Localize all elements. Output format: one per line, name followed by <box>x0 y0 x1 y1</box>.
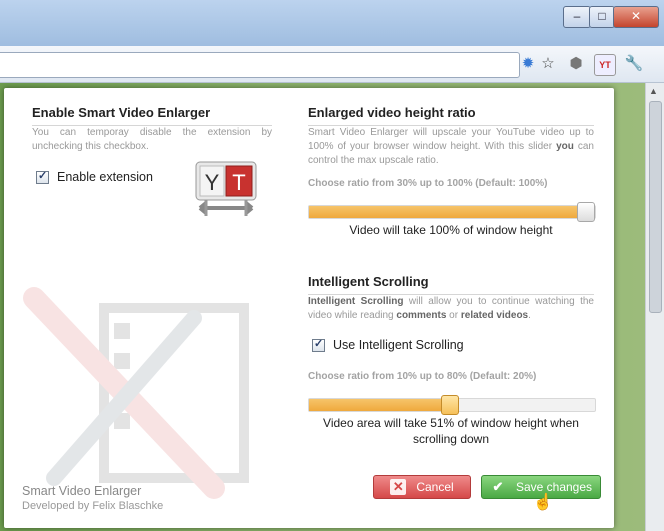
scrolling-caption-line2: scrolling down <box>412 432 490 446</box>
use-scrolling-label: Use Intelligent Scrolling <box>333 338 464 352</box>
enable-description: You can temporay disable the extension b… <box>32 127 272 152</box>
enable-section-heading: Enable Smart Video Enlarger <box>32 105 272 126</box>
yt-extension-icon[interactable]: YT <box>594 54 616 76</box>
height-ratio-title: Enlarged video height ratio <box>308 105 476 120</box>
star-icon[interactable]: ☆ <box>538 54 558 74</box>
enable-extension-checkbox[interactable] <box>36 169 49 184</box>
enable-section-title: Enable Smart Video Enlarger <box>32 105 211 120</box>
minimize-button[interactable]: – <box>563 6 591 28</box>
puzzle-extension-icon[interactable]: ✹ <box>518 54 538 74</box>
enable-extension-row[interactable]: Enable extension <box>36 169 153 184</box>
scrolling-title: Intelligent Scrolling <box>308 274 429 289</box>
height-ratio-slider-handle[interactable] <box>577 202 595 222</box>
scrolling-caption-line1: Video area will take 51% of window heigh… <box>323 416 579 430</box>
footer-developer: Developed by Felix Blaschke <box>22 500 164 512</box>
tools-watermark-icon <box>23 287 249 499</box>
height-ratio-slider-fill <box>309 206 586 218</box>
checkmark-icon: ✔ <box>492 479 504 494</box>
scrolling-ratio-slider-handle[interactable] <box>440 395 459 415</box>
scrolling-ratio-slider-fill <box>309 399 450 411</box>
page-scrollbar[interactable]: ▲ <box>645 83 664 531</box>
scrolling-heading: Intelligent Scrolling <box>308 274 594 295</box>
height-ratio-heading: Enlarged video height ratio <box>308 105 594 126</box>
cube-icon[interactable]: ⬢ <box>566 54 586 74</box>
height-ratio-hint: Choose ratio from 30% up to 100% (Defaul… <box>308 178 548 189</box>
address-bar[interactable] <box>0 52 520 78</box>
youtube-logo-icon: Y T <box>195 161 257 216</box>
window-titlebar: – □ ✕ <box>0 0 664 46</box>
scrolling-hint: Choose ratio from 10% up to 80% (Default… <box>308 371 537 382</box>
height-ratio-caption: Video will take 100% of window height <box>349 223 553 237</box>
footer-app-name: Smart Video Enlarger <box>22 484 142 498</box>
x-icon: ✕ <box>390 479 407 495</box>
scrolling-caption: Video area will take 51% of window heigh… <box>308 415 594 447</box>
save-changes-label: Save changes <box>515 480 593 494</box>
height-ratio-slider[interactable] <box>308 202 596 222</box>
cancel-button[interactable]: ✕ Cancel <box>373 475 471 499</box>
options-popup: Enable Smart Video Enlarger You can temp… <box>4 88 614 528</box>
wrench-icon[interactable]: 🔧 <box>624 54 644 74</box>
browser-toolbar: ✹ ☆ ⬢ YT 🔧 <box>0 46 664 83</box>
use-scrolling-checkbox[interactable] <box>312 337 325 352</box>
hand-cursor-icon: ☝ <box>533 494 553 511</box>
scroll-thumb[interactable] <box>649 101 662 313</box>
svg-text:T: T <box>232 170 245 195</box>
maximize-button[interactable]: □ <box>589 6 615 28</box>
cancel-button-label: Cancel <box>416 480 454 494</box>
use-scrolling-row[interactable]: Use Intelligent Scrolling <box>312 337 464 352</box>
close-window-button[interactable]: ✕ <box>613 6 659 28</box>
scroll-up-icon[interactable]: ▲ <box>649 86 658 96</box>
scrolling-ratio-slider[interactable] <box>308 395 596 415</box>
height-ratio-description: Smart Video Enlarger will upscale your Y… <box>308 127 594 166</box>
enable-extension-label: Enable extension <box>57 170 153 184</box>
scrolling-description: Intelligent Scrolling will allow you to … <box>308 296 594 321</box>
svg-text:Y: Y <box>205 170 220 195</box>
